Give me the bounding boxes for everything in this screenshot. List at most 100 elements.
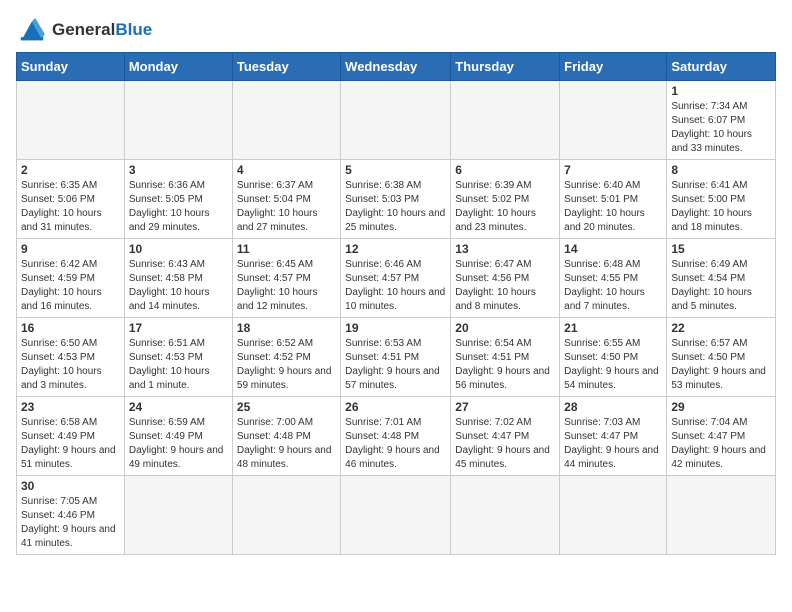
day-info: Sunrise: 7:00 AM Sunset: 4:48 PM Dayligh… (237, 416, 336, 472)
weekday-header-saturday: Saturday (667, 53, 776, 81)
day-number: 12 (345, 242, 446, 256)
weekday-header-tuesday: Tuesday (232, 53, 340, 81)
day-number: 7 (564, 163, 662, 177)
day-info: Sunrise: 6:53 AM Sunset: 4:51 PM Dayligh… (345, 337, 446, 393)
calendar-cell: 11 Sunrise: 6:45 AM Sunset: 4:57 PM Dayli… (232, 239, 340, 318)
day-number: 19 (345, 321, 446, 335)
calendar-cell: 16 Sunrise: 6:50 AM Sunset: 4:53 PM Dayli… (17, 318, 125, 397)
calendar-cell: 4 Sunrise: 6:37 AM Sunset: 5:04 PM Daylig… (232, 160, 340, 239)
calendar-cell (17, 81, 125, 160)
day-info: Sunrise: 6:41 AM Sunset: 5:00 PM Dayligh… (671, 179, 771, 235)
day-info: Sunrise: 6:37 AM Sunset: 5:04 PM Dayligh… (237, 179, 336, 235)
day-info: Sunrise: 7:34 AM Sunset: 6:07 PM Dayligh… (671, 100, 771, 156)
calendar-cell: 3Sunrise: 6:36 AM Sunset: 5:05 PM Daylig… (124, 160, 232, 239)
day-number: 28 (564, 400, 662, 414)
day-info: Sunrise: 6:47 AM Sunset: 4:56 PM Dayligh… (455, 258, 555, 314)
day-number: 1 (671, 84, 771, 98)
day-number: 27 (455, 400, 555, 414)
weekday-header-row: SundayMondayTuesdayWednesdayThursdayFrid… (17, 53, 776, 81)
day-number: 23 (21, 400, 120, 414)
calendar-cell: 24 Sunrise: 6:59 AM Sunset: 4:49 PM Dayli… (124, 397, 232, 476)
day-info: Sunrise: 6:38 AM Sunset: 5:03 PM Dayligh… (345, 179, 446, 235)
day-number: 20 (455, 321, 555, 335)
day-info: Sunrise: 6:43 AM Sunset: 4:58 PM Dayligh… (129, 258, 228, 314)
calendar-cell: 14 Sunrise: 6:48 AM Sunset: 4:55 PM Dayli… (560, 239, 667, 318)
day-number: 8 (671, 163, 771, 177)
calendar-cell: 5 Sunrise: 6:38 AM Sunset: 5:03 PM Daylig… (341, 160, 451, 239)
day-number: 14 (564, 242, 662, 256)
weekday-header-sunday: Sunday (17, 53, 125, 81)
calendar-cell: 27 Sunrise: 7:02 AM Sunset: 4:47 PM Dayli… (451, 397, 560, 476)
day-info: Sunrise: 6:58 AM Sunset: 4:49 PM Dayligh… (21, 416, 120, 472)
day-number: 5 (345, 163, 446, 177)
week-row-6: 30Sunrise: 7:05 AM Sunset: 4:46 PM Dayli… (17, 476, 776, 555)
calendar-cell: 19 Sunrise: 6:53 AM Sunset: 4:51 PM Dayli… (341, 318, 451, 397)
day-info: Sunrise: 6:36 AM Sunset: 5:05 PM Dayligh… (129, 179, 228, 235)
day-info: Sunrise: 6:52 AM Sunset: 4:52 PM Dayligh… (237, 337, 336, 393)
week-row-1: 1 Sunrise: 7:34 AM Sunset: 6:07 PM Daylig… (17, 81, 776, 160)
calendar-cell: 13 Sunrise: 6:47 AM Sunset: 4:56 PM Dayli… (451, 239, 560, 318)
day-number: 24 (129, 400, 228, 414)
day-number: 25 (237, 400, 336, 414)
calendar-cell: 22 Sunrise: 6:57 AM Sunset: 4:50 PM Dayli… (667, 318, 776, 397)
day-info: Sunrise: 6:39 AM Sunset: 5:02 PM Dayligh… (455, 179, 555, 235)
day-number: 17 (129, 321, 228, 335)
day-info: Sunrise: 6:54 AM Sunset: 4:51 PM Dayligh… (455, 337, 555, 393)
calendar-cell: 17 Sunrise: 6:51 AM Sunset: 4:53 PM Dayli… (124, 318, 232, 397)
calendar-cell (667, 476, 776, 555)
day-number: 11 (237, 242, 336, 256)
calendar-cell: 29 Sunrise: 7:04 AM Sunset: 4:47 PM Dayli… (667, 397, 776, 476)
weekday-header-friday: Friday (560, 53, 667, 81)
day-info: Sunrise: 6:50 AM Sunset: 4:53 PM Dayligh… (21, 337, 120, 393)
calendar-cell: 2 Sunrise: 6:35 AM Sunset: 5:06 PM Daylig… (17, 160, 125, 239)
day-info: Sunrise: 7:03 AM Sunset: 4:47 PM Dayligh… (564, 416, 662, 472)
day-number: 2 (21, 163, 120, 177)
calendar-cell (451, 81, 560, 160)
day-info: Sunrise: 6:57 AM Sunset: 4:50 PM Dayligh… (671, 337, 771, 393)
day-info: Sunrise: 6:55 AM Sunset: 4:50 PM Dayligh… (564, 337, 662, 393)
day-number: 16 (21, 321, 120, 335)
day-number: 26 (345, 400, 446, 414)
calendar-cell: 26Sunrise: 7:01 AM Sunset: 4:48 PM Dayli… (341, 397, 451, 476)
calendar-cell: 7 Sunrise: 6:40 AM Sunset: 5:01 PM Daylig… (560, 160, 667, 239)
day-info: Sunrise: 6:51 AM Sunset: 4:53 PM Dayligh… (129, 337, 228, 393)
calendar-cell: 12 Sunrise: 6:46 AM Sunset: 4:57 PM Dayli… (341, 239, 451, 318)
day-number: 22 (671, 321, 771, 335)
day-info: Sunrise: 6:40 AM Sunset: 5:01 PM Dayligh… (564, 179, 662, 235)
page-header: GeneralBlue (16, 16, 776, 44)
logo-icon (16, 16, 48, 44)
weekday-header-wednesday: Wednesday (341, 53, 451, 81)
day-number: 30 (21, 479, 120, 493)
week-row-3: 9Sunrise: 6:42 AM Sunset: 4:59 PM Daylig… (17, 239, 776, 318)
calendar-cell (341, 81, 451, 160)
week-row-2: 2 Sunrise: 6:35 AM Sunset: 5:06 PM Daylig… (17, 160, 776, 239)
calendar-cell (451, 476, 560, 555)
calendar-cell (341, 476, 451, 555)
day-info: Sunrise: 6:49 AM Sunset: 4:54 PM Dayligh… (671, 258, 771, 314)
calendar-table: SundayMondayTuesdayWednesdayThursdayFrid… (16, 52, 776, 555)
day-info: Sunrise: 6:35 AM Sunset: 5:06 PM Dayligh… (21, 179, 120, 235)
day-number: 13 (455, 242, 555, 256)
calendar-cell: 1 Sunrise: 7:34 AM Sunset: 6:07 PM Daylig… (667, 81, 776, 160)
day-info: Sunrise: 6:48 AM Sunset: 4:55 PM Dayligh… (564, 258, 662, 314)
day-info: Sunrise: 6:59 AM Sunset: 4:49 PM Dayligh… (129, 416, 228, 472)
calendar-cell: 8 Sunrise: 6:41 AM Sunset: 5:00 PM Daylig… (667, 160, 776, 239)
day-info: Sunrise: 7:02 AM Sunset: 4:47 PM Dayligh… (455, 416, 555, 472)
day-info: Sunrise: 6:45 AM Sunset: 4:57 PM Dayligh… (237, 258, 336, 314)
calendar-cell: 15 Sunrise: 6:49 AM Sunset: 4:54 PM Dayli… (667, 239, 776, 318)
day-info: Sunrise: 7:04 AM Sunset: 4:47 PM Dayligh… (671, 416, 771, 472)
day-info: Sunrise: 6:46 AM Sunset: 4:57 PM Dayligh… (345, 258, 446, 314)
logo-text: GeneralBlue (52, 20, 152, 40)
weekday-header-thursday: Thursday (451, 53, 560, 81)
calendar-cell (124, 81, 232, 160)
calendar-cell: 6Sunrise: 6:39 AM Sunset: 5:02 PM Daylig… (451, 160, 560, 239)
day-number: 15 (671, 242, 771, 256)
day-number: 4 (237, 163, 336, 177)
day-number: 21 (564, 321, 662, 335)
calendar-cell: 23 Sunrise: 6:58 AM Sunset: 4:49 PM Dayli… (17, 397, 125, 476)
calendar-cell (560, 81, 667, 160)
calendar-cell (560, 476, 667, 555)
day-number: 29 (671, 400, 771, 414)
day-number: 10 (129, 242, 228, 256)
day-number: 18 (237, 321, 336, 335)
